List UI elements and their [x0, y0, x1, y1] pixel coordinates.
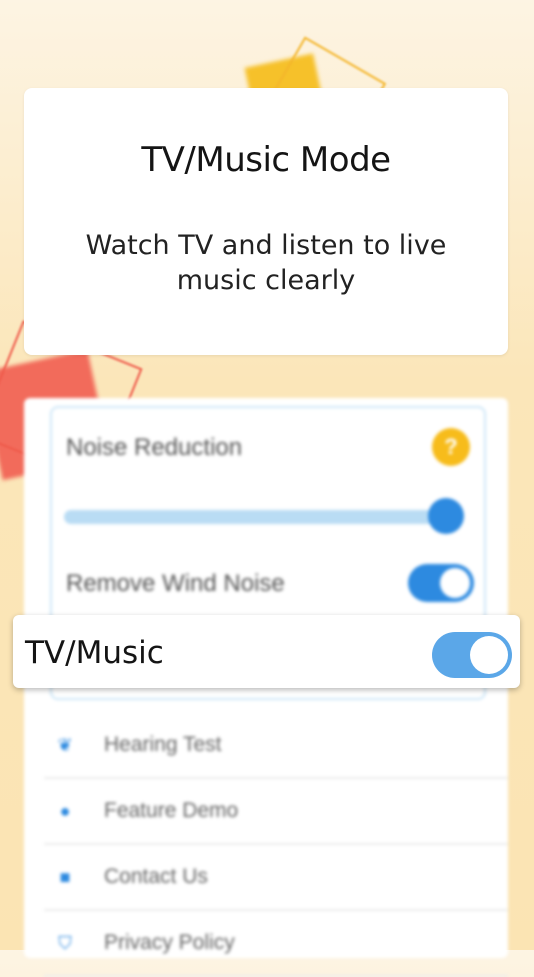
- menu-item-hearing-test[interactable]: ❦ Hearing Test: [44, 713, 508, 779]
- noise-reduction-slider[interactable]: [64, 510, 444, 524]
- menu-item-contact-us[interactable]: ■ Contact Us: [44, 845, 508, 911]
- menu-item-label: Feature Demo: [104, 799, 239, 822]
- menu-item-privacy-policy[interactable]: ⛉ Privacy Policy: [44, 911, 508, 977]
- tv-music-row[interactable]: TV/Music: [13, 615, 520, 688]
- wind-noise-label: Remove Wind Noise: [66, 570, 285, 597]
- menu-list: ❦ Hearing Test ● Feature Demo ■ Contact …: [44, 713, 508, 977]
- menu-item-feature-demo[interactable]: ● Feature Demo: [44, 779, 508, 845]
- feature-description: Watch TV and listen to live music clearl…: [85, 230, 447, 296]
- feature-info-card: TV/Music Mode Watch TV and listen to liv…: [24, 88, 508, 355]
- slider-thumb[interactable]: [428, 498, 464, 534]
- toggle-knob: [470, 636, 508, 674]
- wind-noise-toggle[interactable]: [408, 564, 474, 602]
- feature-title: TV/Music Mode: [141, 140, 391, 180]
- help-icon[interactable]: ?: [432, 428, 470, 466]
- tv-music-toggle[interactable]: [432, 632, 512, 678]
- shield-icon: ⛉: [58, 932, 72, 953]
- tv-music-label: TV/Music: [25, 635, 164, 671]
- noise-reduction-label: Noise Reduction: [66, 434, 243, 461]
- chat-bubble-icon: ●: [59, 800, 71, 821]
- menu-item-label: Contact Us: [104, 865, 208, 888]
- menu-item-label: Privacy Policy: [104, 931, 235, 954]
- ear-icon: ❦: [57, 734, 73, 755]
- contact-card-icon: ■: [59, 866, 71, 887]
- menu-item-label: Hearing Test: [104, 733, 222, 756]
